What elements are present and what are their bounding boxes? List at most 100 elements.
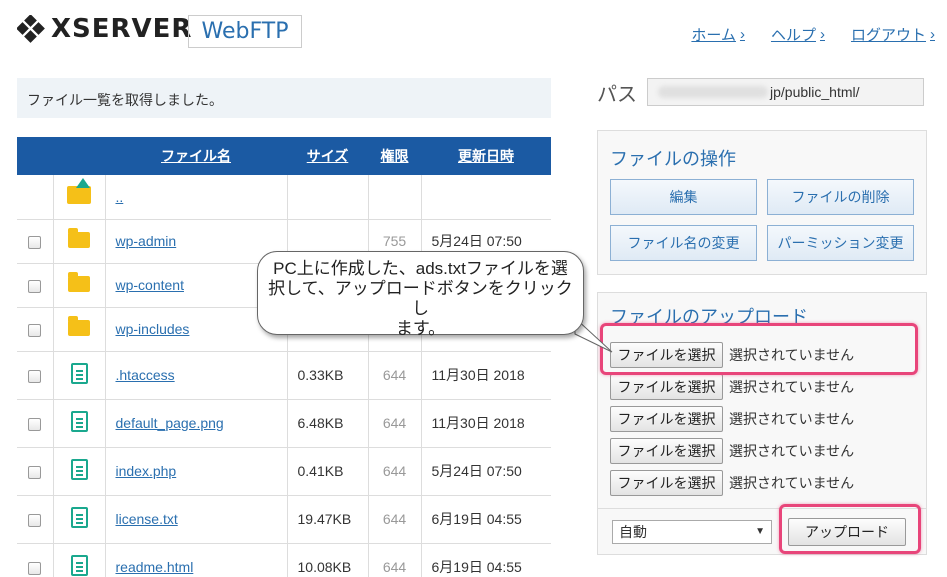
- no-file-selected-text: 選択されていません: [729, 411, 855, 427]
- callout-line: ます。: [395, 319, 446, 338]
- change-permission-button[interactable]: パーミッション変更: [767, 225, 914, 261]
- file-date: 5月24日 07:50: [421, 447, 551, 496]
- file-operations-buttons: 編集 ファイルの削除 ファイル名の変更 パーミッション変更: [598, 179, 926, 275]
- choose-file-button[interactable]: ファイルを選択: [610, 406, 723, 432]
- table-cell: [368, 175, 422, 220]
- file-name-link[interactable]: readme.html: [116, 559, 194, 575]
- row-checkbox[interactable]: [28, 513, 42, 527]
- table-row: index.php 0.41KB 644 5月24日 07:50: [17, 447, 551, 496]
- path-field[interactable]: jp/public_html/: [647, 78, 924, 106]
- table-cell: [53, 399, 106, 448]
- upload-file-row: ファイルを選択 選択されていません: [610, 437, 926, 465]
- table-cell: [17, 447, 54, 496]
- file-date: 6月19日 04:55: [421, 495, 551, 544]
- file-name-link[interactable]: wp-admin: [116, 233, 177, 249]
- transfer-mode-select[interactable]: 自動 ▼: [612, 519, 772, 544]
- nav-help-label: ヘルプ: [770, 27, 816, 44]
- dropdown-arrow-icon: ▼: [755, 526, 765, 537]
- table-cell: index.php: [105, 447, 288, 496]
- no-file-selected-text: 選択されていません: [729, 379, 855, 395]
- table-row: .htaccess 0.33KB 644 11月30日 2018: [17, 351, 551, 400]
- file-name-link[interactable]: wp-content: [116, 277, 184, 293]
- nav-logout-link[interactable]: ログアウト ›: [851, 24, 935, 45]
- table-cell: [17, 399, 54, 448]
- file-icon: [70, 411, 88, 432]
- nav-logout-label: ログアウト: [850, 27, 926, 44]
- table-cell: license.txt: [105, 495, 288, 544]
- file-name-link[interactable]: wp-includes: [116, 321, 190, 337]
- redacted-domain: [658, 86, 768, 98]
- path-value: jp/public_html/: [770, 84, 860, 100]
- chevron-right-icon: ›: [819, 26, 825, 43]
- table-row: license.txt 19.47KB 644 6月19日 04:55: [17, 495, 551, 544]
- file-permission: 644: [368, 351, 422, 400]
- upload-file-row: ファイルを選択 選択されていません: [610, 373, 926, 401]
- callout-line: PC上に作成した、ads.txtファイルを選: [273, 259, 568, 278]
- sort-by-permission-header[interactable]: 権限: [368, 137, 421, 175]
- transfer-mode-value: 自動: [619, 523, 647, 540]
- no-file-selected-text: 選択されていません: [729, 475, 855, 491]
- table-cell: ..: [105, 175, 288, 220]
- sort-by-date-header[interactable]: 更新日時: [421, 137, 551, 175]
- choose-file-button[interactable]: ファイルを選択: [610, 438, 723, 464]
- table-cell: [53, 263, 106, 308]
- file-permission: 644: [368, 399, 422, 448]
- row-checkbox[interactable]: [28, 369, 42, 383]
- delete-file-button[interactable]: ファイルの削除: [767, 179, 914, 215]
- sort-by-size-header[interactable]: サイズ: [287, 137, 368, 175]
- no-file-selected-text: 選択されていません: [729, 443, 855, 459]
- rename-file-button[interactable]: ファイル名の変更: [610, 225, 757, 261]
- upload-file-row: ファイルを選択 選択されていません: [610, 405, 926, 433]
- table-cell: wp-admin: [105, 219, 288, 264]
- instruction-callout: PC上に作成した、ads.txtファイルを選 択して、アップロードボタンをクリッ…: [257, 251, 584, 338]
- table-cell: [17, 543, 54, 577]
- file-icon: [70, 363, 88, 384]
- upload-file-row: ファイルを選択 選択されていません: [610, 469, 926, 497]
- row-checkbox[interactable]: [28, 561, 42, 575]
- folder-icon: [68, 315, 90, 336]
- table-row: readme.html 10.08KB 644 6月19日 04:55: [17, 543, 551, 577]
- table-cell: [53, 175, 106, 220]
- callout-line: 択して、アップロードボタンをクリックし: [268, 279, 573, 318]
- choose-file-button[interactable]: ファイルを選択: [610, 470, 723, 496]
- xserver-logo: XSERVER: [17, 14, 192, 44]
- file-date: 11月30日 2018: [421, 351, 551, 400]
- nav-home-label: ホーム: [691, 27, 736, 44]
- table-cell: [17, 495, 54, 544]
- status-message: ファイル一覧を取得しました。: [17, 78, 551, 118]
- file-name-link[interactable]: license.txt: [116, 511, 178, 527]
- folder-icon: [68, 271, 90, 292]
- table-cell: [17, 263, 54, 308]
- header-icon-col: [53, 137, 105, 175]
- file-name-link[interactable]: .htaccess: [116, 367, 175, 383]
- row-checkbox[interactable]: [28, 323, 42, 337]
- choose-file-button[interactable]: ファイルを選択: [610, 374, 723, 400]
- sort-by-name-header[interactable]: ファイル名: [105, 137, 287, 175]
- table-cell: [53, 351, 106, 400]
- table-cell: [53, 543, 106, 577]
- table-cell: default_page.png: [105, 399, 288, 448]
- file-operations-panel: ファイルの操作 編集 ファイルの削除 ファイル名の変更 パーミッション変更: [597, 130, 927, 275]
- logo-diamond-icon: [17, 15, 45, 43]
- row-checkbox[interactable]: [28, 417, 42, 431]
- parent-directory-link[interactable]: ..: [116, 189, 124, 205]
- file-size: 0.33KB: [287, 351, 369, 400]
- row-checkbox[interactable]: [28, 235, 42, 249]
- nav-help-link[interactable]: ヘルプ ›: [771, 24, 825, 45]
- file-name-link[interactable]: default_page.png: [116, 415, 224, 431]
- file-name-link[interactable]: index.php: [116, 463, 177, 479]
- file-size: 10.08KB: [287, 543, 369, 577]
- upload-button-highlight: [779, 504, 921, 554]
- table-cell: [287, 175, 369, 220]
- file-permission: 644: [368, 447, 422, 496]
- row-checkbox[interactable]: [28, 279, 42, 293]
- table-cell: readme.html: [105, 543, 288, 577]
- product-name: WebFTP: [188, 15, 302, 48]
- table-cell: [421, 175, 551, 220]
- nav-home-link[interactable]: ホーム ›: [691, 24, 745, 45]
- row-checkbox[interactable]: [28, 465, 42, 479]
- table-cell: [17, 351, 54, 400]
- table-cell: [17, 219, 54, 264]
- edit-button[interactable]: 編集: [610, 179, 757, 215]
- file-date: 11月30日 2018: [421, 399, 551, 448]
